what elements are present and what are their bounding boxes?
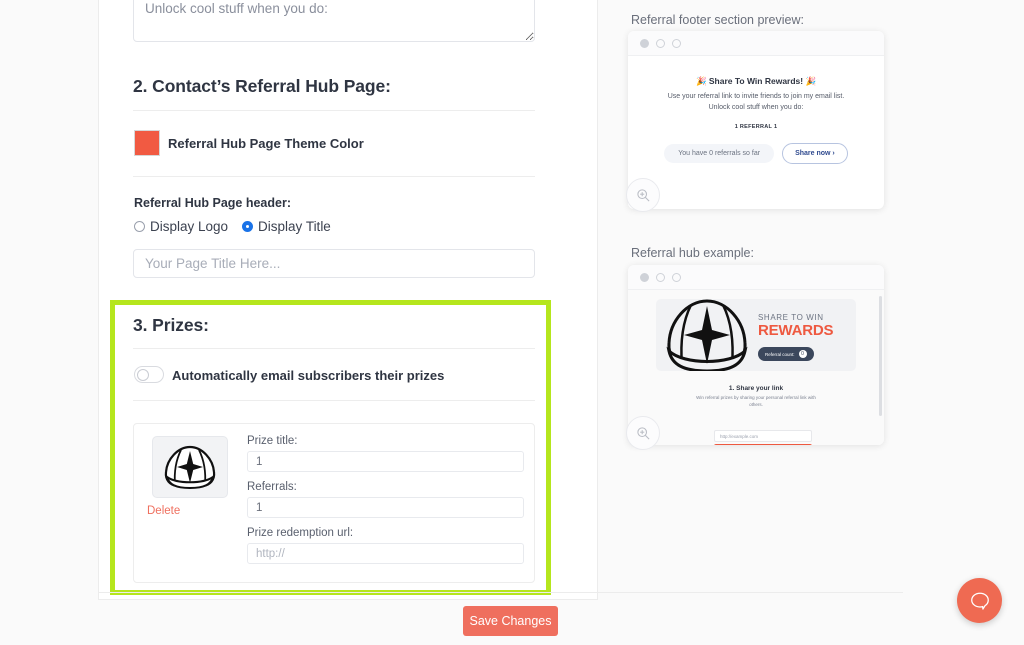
hub-referral-url-field[interactable]: http://example.com <box>714 430 812 442</box>
hub-preview-title: Referral hub example: <box>631 246 754 260</box>
hub-header-label: Referral Hub Page header: <box>134 196 291 210</box>
prize-thumbnail[interactable] <box>152 436 228 498</box>
save-changes-button[interactable]: Save Changes <box>463 606 558 636</box>
radio-label: Display Title <box>258 219 331 234</box>
footer-preview-zoom-button[interactable] <box>626 178 660 212</box>
section-2-heading: 2. Contact’s Referral Hub Page: <box>133 76 391 96</box>
window-dot-icon <box>672 272 681 282</box>
window-dot-icon <box>656 38 665 48</box>
hub-hero-text: SHARE TO WIN REWARDS <box>758 313 833 338</box>
footer-preview-text: Use your referral link to invite friends… <box>667 93 845 111</box>
section-3-heading: 3. Prizes: <box>133 315 209 335</box>
description-textarea[interactable] <box>133 0 535 42</box>
referral-count-badge: Referral count: 0 <box>758 347 814 361</box>
page-title-input[interactable] <box>133 249 535 278</box>
window-dot-icon <box>640 38 649 48</box>
chat-bubble-icon <box>970 592 989 610</box>
delete-prize-link[interactable]: Delete <box>147 505 180 517</box>
referral-count-text: You have 0 referrals so far <box>664 144 775 163</box>
radio-display-logo[interactable]: Display Logo <box>134 219 228 234</box>
star-cap-logo-icon <box>164 445 216 490</box>
zoom-in-icon <box>636 188 649 201</box>
redemption-url-label: Prize redemption url: <box>247 527 354 539</box>
radio-label: Display Logo <box>150 219 229 234</box>
theme-color-swatch[interactable] <box>134 130 160 156</box>
hub-step-1-text: Win referral prizes by sharing your pers… <box>696 395 816 408</box>
share-now-button[interactable]: Share now › <box>782 143 848 164</box>
window-dot-icon <box>640 272 649 282</box>
footer-preview-title: Referral footer section preview: <box>631 13 804 27</box>
radio-indicator <box>242 221 254 232</box>
hub-copy-link-button[interactable]: Copy Link <box>714 444 812 445</box>
window-dot-icon <box>672 38 681 48</box>
hub-hero-banner: SHARE TO WIN REWARDS Referral count: 0 <box>656 299 856 371</box>
preview-titlebar <box>628 31 884 56</box>
hub-preview-zoom-button[interactable] <box>626 416 660 450</box>
star-cap-logo-icon <box>666 299 748 371</box>
chat-widget-button[interactable] <box>957 578 1002 623</box>
referral-count-badge-label: Referral count: <box>765 351 795 357</box>
footer-preview-frame: 🎉 Share To Win Rewards! 🎉 Use your refer… <box>628 31 884 209</box>
divider <box>133 400 535 401</box>
prize-title-input[interactable] <box>247 451 524 472</box>
radio-display-title[interactable]: Display Title <box>242 219 331 234</box>
preview-titlebar <box>628 265 884 290</box>
toggle-knob <box>137 368 149 381</box>
footer-preview-actions: You have 0 referrals so far Share now › <box>646 143 866 164</box>
footer-preview-body: 🎉 Share To Win Rewards! 🎉 Use your refer… <box>628 56 884 174</box>
referrals-label: Referrals: <box>247 481 297 493</box>
divider <box>133 110 535 111</box>
divider <box>133 348 535 349</box>
auto-email-toggle-label: Automatically email subscribers their pr… <box>172 368 445 383</box>
share-now-label: Share now <box>795 150 831 157</box>
footer-preview-heading: 🎉 Share To Win Rewards! 🎉 <box>695 76 817 86</box>
window-dot-icon <box>656 272 665 282</box>
hub-step-1-heading: 1. Share your link <box>728 385 784 392</box>
hub-header-radio-group: Display Logo Display Title <box>134 219 331 234</box>
prize-title-label: Prize title: <box>247 435 298 447</box>
divider <box>133 176 535 177</box>
chevron-right-icon: › <box>832 150 835 157</box>
divider <box>98 592 903 593</box>
footer-preview-tier: 1 REFERRAL 1 <box>734 124 778 130</box>
hub-preview-scrollbar[interactable] <box>879 296 882 416</box>
theme-color-label: Referral Hub Page Theme Color <box>168 136 364 151</box>
zoom-in-icon <box>636 426 649 439</box>
referral-count-badge-number: 0 <box>798 350 807 358</box>
redemption-url-input[interactable] <box>247 543 524 564</box>
hub-preview-body: SHARE TO WIN REWARDS Referral count: 0 1… <box>628 290 884 445</box>
radio-indicator <box>134 221 145 232</box>
hub-step-1: 1. Share your link Win referral prizes b… <box>628 385 884 408</box>
hub-hero-big: REWARDS <box>758 322 834 339</box>
hub-preview-frame: SHARE TO WIN REWARDS Referral count: 0 1… <box>628 265 884 445</box>
auto-email-toggle[interactable] <box>134 366 164 383</box>
hub-hero-small: SHARE TO WIN <box>758 313 824 322</box>
referrals-input[interactable] <box>247 497 524 518</box>
prize-card: Delete Prize title: Referrals: Prize red… <box>133 423 535 583</box>
